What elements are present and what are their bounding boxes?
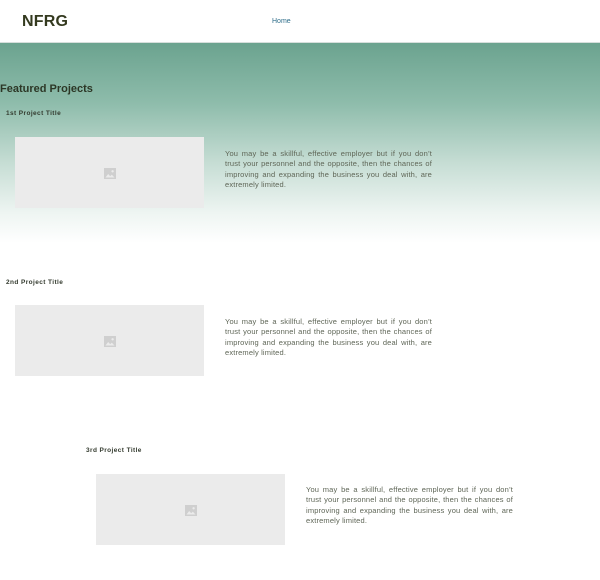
project-description: You may be a skillful, effective employe… xyxy=(306,485,513,525)
project-image[interactable] xyxy=(15,137,204,208)
site-header: NFRG Home xyxy=(0,0,600,43)
project-image[interactable] xyxy=(15,305,204,376)
image-placeholder-icon xyxy=(184,504,197,516)
image-placeholder-icon xyxy=(103,167,116,179)
site-logo[interactable]: NFRG xyxy=(22,13,68,31)
nav-link-home[interactable]: Home xyxy=(272,18,291,25)
project-description: You may be a skillful, effective employe… xyxy=(225,149,432,189)
project-description: You may be a skillful, effective employe… xyxy=(225,317,432,357)
project-image[interactable] xyxy=(96,474,285,545)
section-heading: Featured Projects xyxy=(0,83,93,95)
project-title: 1st Project Title xyxy=(6,110,62,117)
project-title: 2nd Project Title xyxy=(6,279,64,286)
project-title: 3rd Project Title xyxy=(86,447,142,454)
image-placeholder-icon xyxy=(103,335,116,347)
